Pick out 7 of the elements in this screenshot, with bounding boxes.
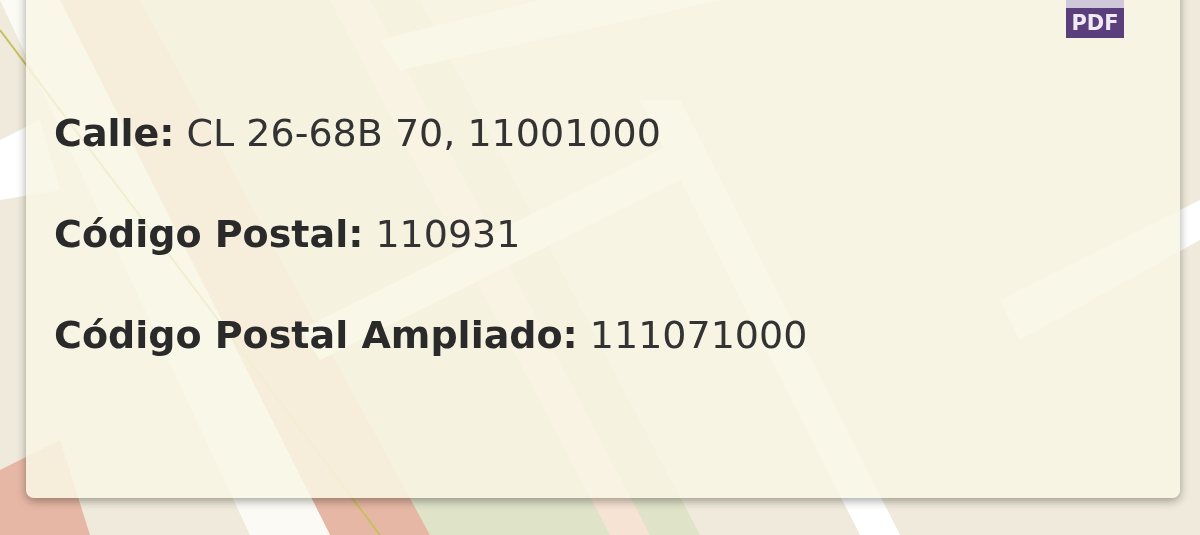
- field-label: Calle:: [54, 111, 175, 155]
- field-label: Código Postal:: [54, 212, 364, 256]
- field-label: Código Postal Ampliado:: [54, 313, 578, 357]
- field-value: 111071000: [589, 313, 808, 357]
- field-value: 110931: [375, 212, 521, 256]
- field-value: CL 26-68B 70, 11001000: [186, 111, 661, 155]
- pdf-link[interactable]: PDF: [1066, 0, 1124, 38]
